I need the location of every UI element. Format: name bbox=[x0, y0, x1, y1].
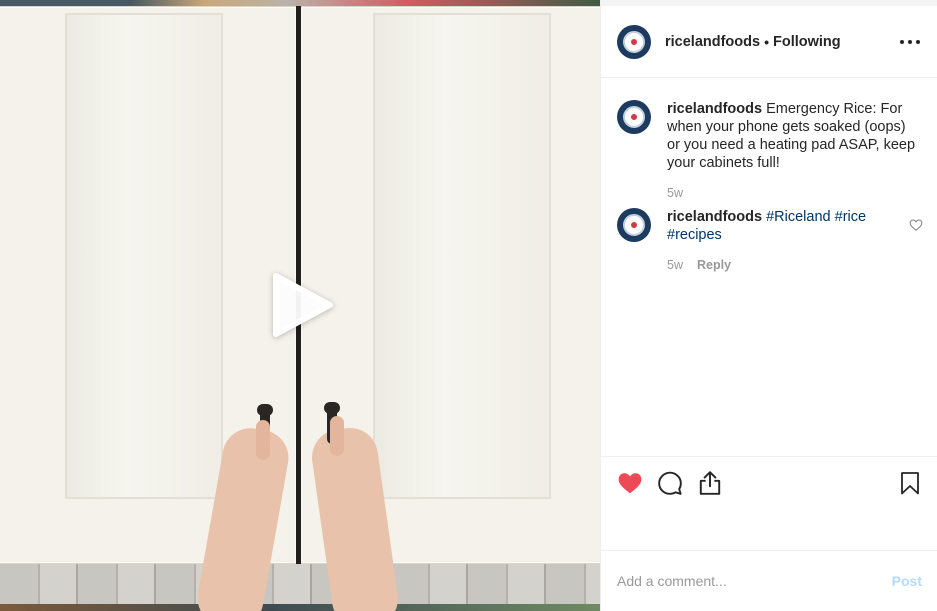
more-options-button[interactable] bbox=[900, 34, 920, 50]
heart-icon bbox=[618, 472, 642, 493]
heart-outline-icon bbox=[909, 219, 923, 231]
more-dot-icon bbox=[916, 40, 920, 44]
caption-username[interactable]: ricelandfoods bbox=[667, 101, 762, 117]
header-separator: • bbox=[764, 33, 769, 50]
more-dot-icon bbox=[908, 40, 912, 44]
hashtag-link[interactable]: #recipes bbox=[667, 227, 722, 243]
hashtag-link[interactable]: #Riceland bbox=[766, 209, 831, 225]
right-hand bbox=[330, 416, 344, 456]
post-header: ricelandfoods • Following bbox=[601, 6, 937, 78]
comments-list: ricelandfoods Emergency Rice: For when y… bbox=[601, 78, 937, 456]
post-sidebar: ricelandfoods • Following ricelandfoods … bbox=[600, 0, 937, 611]
share-button[interactable] bbox=[695, 468, 725, 498]
play-icon bbox=[273, 273, 333, 337]
comment-input[interactable] bbox=[617, 573, 892, 589]
bookmark-icon bbox=[901, 472, 919, 495]
avatar[interactable] bbox=[617, 208, 651, 242]
left-hand bbox=[256, 420, 270, 460]
action-bar bbox=[601, 456, 937, 508]
comment-meta: 5w Reply bbox=[667, 258, 731, 272]
cabinet-panel-left bbox=[65, 13, 223, 499]
list-item: ricelandfoods #Riceland #rice #recipes 5… bbox=[617, 208, 927, 278]
comment-body: ricelandfoods #Riceland #rice #recipes bbox=[667, 208, 917, 244]
caption: ricelandfoods Emergency Rice: For when y… bbox=[617, 100, 927, 210]
comment-button[interactable] bbox=[655, 468, 685, 498]
caption-meta: 5w bbox=[667, 186, 683, 200]
riceland-logo-icon bbox=[623, 214, 645, 236]
avatar[interactable] bbox=[617, 100, 651, 134]
countertop bbox=[0, 604, 600, 611]
header-username[interactable]: ricelandfoods bbox=[665, 34, 760, 50]
share-icon bbox=[699, 470, 721, 495]
save-button[interactable] bbox=[896, 468, 924, 498]
caption-body: ricelandfoods Emergency Rice: For when y… bbox=[667, 100, 917, 172]
hashtag-link[interactable]: #rice bbox=[835, 209, 866, 225]
avatar[interactable] bbox=[617, 24, 651, 59]
caption-age[interactable]: 5w bbox=[667, 186, 683, 200]
riceland-logo-icon bbox=[623, 30, 645, 53]
more-dot-icon bbox=[900, 40, 904, 44]
post-comment-button[interactable]: Post bbox=[892, 573, 922, 589]
cabinet-panel-right bbox=[373, 13, 551, 499]
comment-username[interactable]: ricelandfoods bbox=[667, 209, 762, 225]
comment-icon bbox=[658, 471, 682, 495]
comment-age[interactable]: 5w bbox=[667, 258, 683, 272]
reply-button[interactable]: Reply bbox=[697, 258, 731, 272]
post-video[interactable] bbox=[0, 0, 600, 611]
like-button[interactable] bbox=[615, 468, 645, 498]
riceland-logo-icon bbox=[623, 106, 645, 128]
add-comment-bar: Post bbox=[601, 550, 937, 611]
following-button[interactable]: Following bbox=[773, 34, 841, 50]
comment-like-button[interactable] bbox=[909, 218, 923, 232]
play-button[interactable] bbox=[268, 270, 338, 340]
